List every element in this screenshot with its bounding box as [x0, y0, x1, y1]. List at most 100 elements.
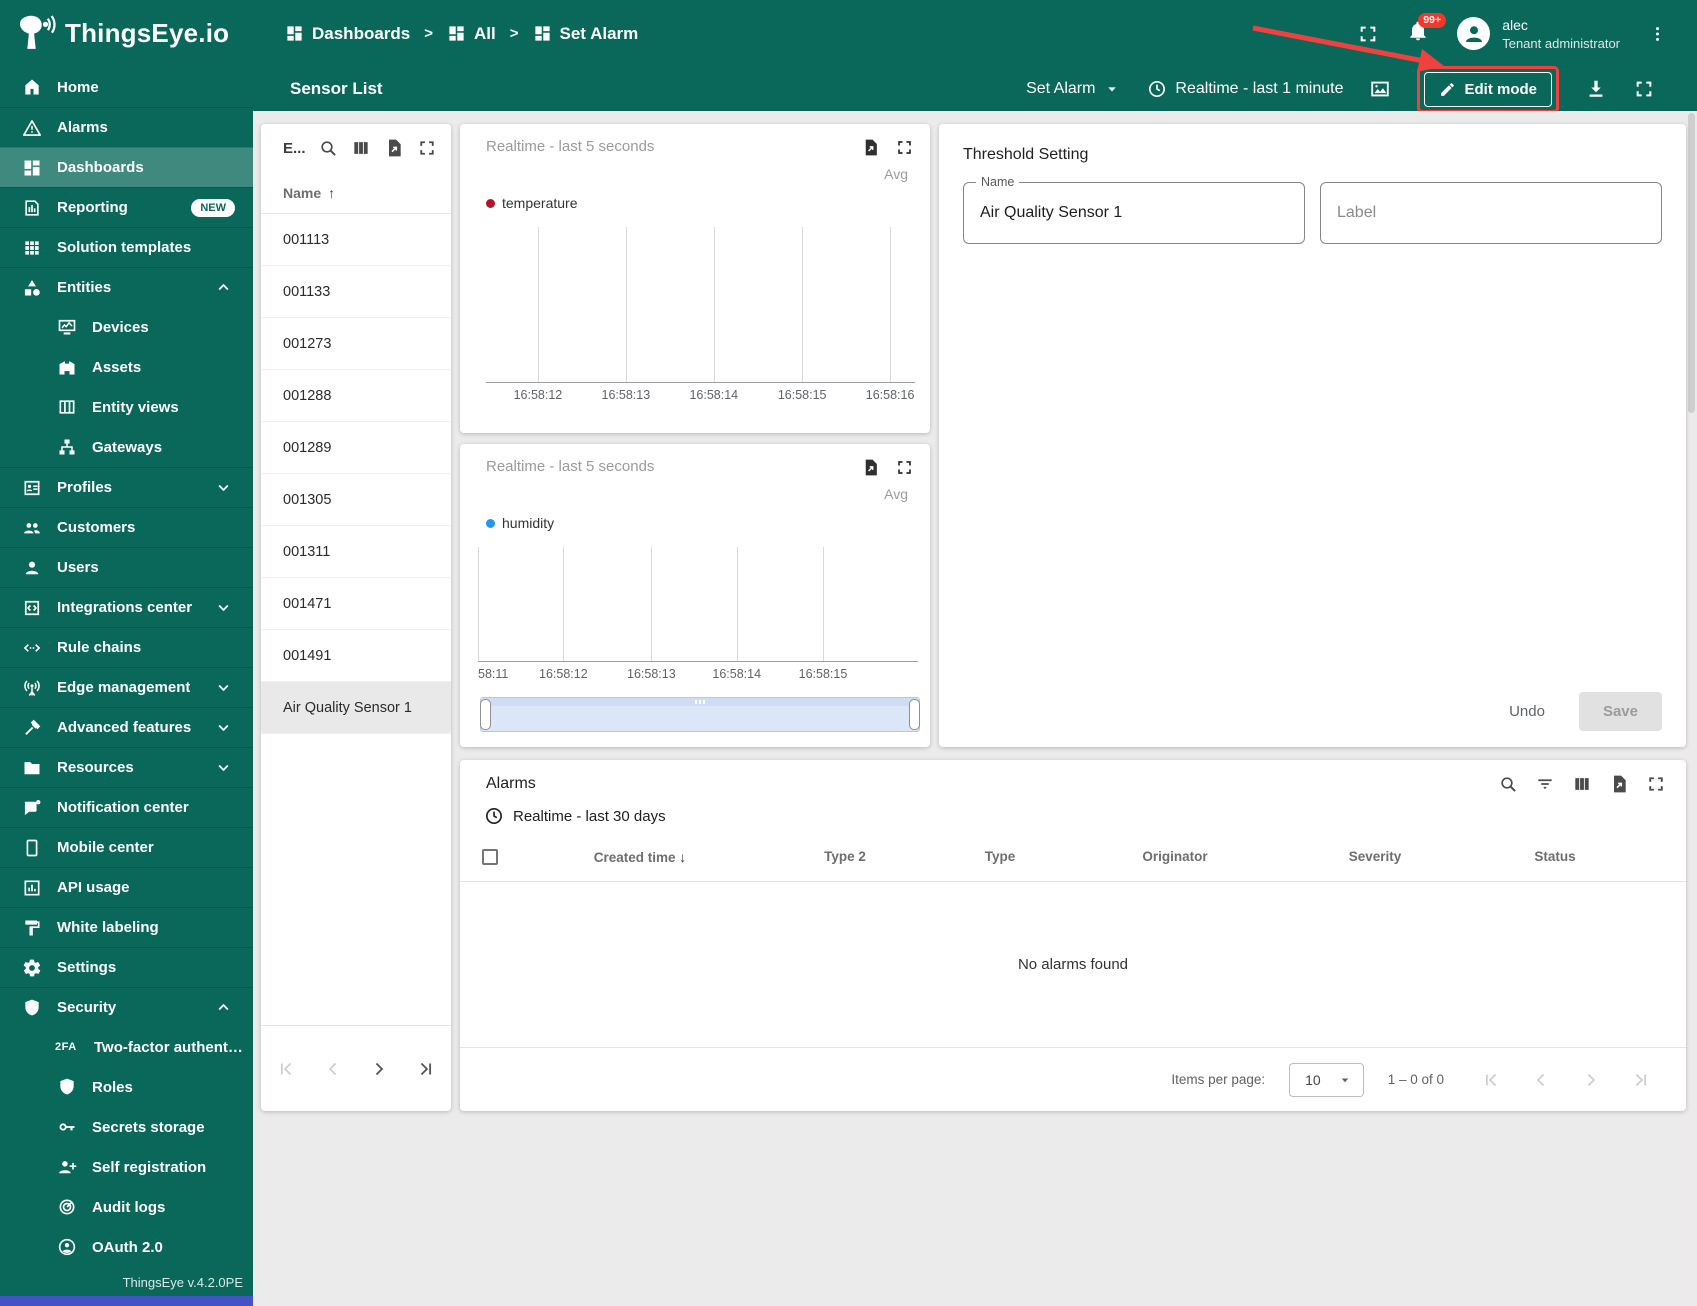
- column-created-time[interactable]: Created time ↓: [520, 849, 760, 865]
- aggregation-label[interactable]: Avg: [460, 166, 930, 182]
- entity-row[interactable]: 001305: [261, 474, 451, 526]
- entity-row[interactable]: 001273: [261, 318, 451, 370]
- sidebar-item-notification-center[interactable]: Notification center: [0, 787, 253, 827]
- sidebar-item-entities[interactable]: Entities: [0, 267, 253, 307]
- dashboard-state-selector[interactable]: Set Alarm: [1026, 80, 1121, 98]
- fullscreen-icon[interactable]: [895, 458, 914, 477]
- sidebar-item-advanced-features[interactable]: Advanced features: [0, 707, 253, 747]
- sidebar-item-self-registration[interactable]: Self registration: [0, 1147, 253, 1187]
- sidebar-item-reporting[interactable]: Reporting NEW: [0, 187, 253, 227]
- last-page-icon[interactable]: [415, 1058, 437, 1080]
- save-button[interactable]: Save: [1578, 692, 1662, 731]
- export-icon[interactable]: [1609, 774, 1629, 794]
- previous-page-icon[interactable]: [1530, 1069, 1552, 1091]
- sidebar-item-home[interactable]: Home: [0, 67, 253, 107]
- scrollbar[interactable]: [1686, 111, 1697, 1306]
- items-per-page-select[interactable]: 10: [1289, 1062, 1364, 1097]
- sidebar-item-security[interactable]: Security: [0, 987, 253, 1027]
- column-type-2[interactable]: Type 2: [760, 849, 930, 864]
- image-export-icon[interactable]: [1369, 78, 1391, 100]
- sidebar-item-users[interactable]: Users: [0, 547, 253, 587]
- aggregation-label[interactable]: Avg: [460, 486, 930, 502]
- column-status[interactable]: Status: [1470, 849, 1640, 864]
- sidebar-item-settings[interactable]: Settings: [0, 947, 253, 987]
- last-page-icon[interactable]: [1630, 1069, 1652, 1091]
- slider-handle-left[interactable]: [480, 699, 491, 730]
- sidebar-item-devices[interactable]: Devices: [0, 307, 253, 347]
- legend-humidity[interactable]: humidity: [460, 515, 930, 531]
- sidebar-item-integrations-center[interactable]: Integrations center: [0, 587, 253, 627]
- select-all-checkbox[interactable]: [482, 848, 498, 865]
- sidebar-item-oauth[interactable]: OAuth 2.0: [0, 1227, 253, 1267]
- sidebar-item-mobile-center[interactable]: Mobile center: [0, 827, 253, 867]
- breadcrumb-dashboards[interactable]: Dashboards: [285, 24, 410, 44]
- undo-button[interactable]: Undo: [1495, 693, 1559, 730]
- sidebar-item-audit-logs[interactable]: Audit logs: [0, 1187, 253, 1227]
- next-page-icon[interactable]: [1580, 1069, 1602, 1091]
- slider-grip[interactable]: [695, 700, 705, 704]
- breadcrumb-set-alarm[interactable]: Set Alarm: [533, 24, 638, 44]
- fullscreen-icon[interactable]: [417, 138, 437, 158]
- sidebar-item-profiles[interactable]: Profiles: [0, 467, 253, 507]
- time-range-slider[interactable]: [480, 697, 920, 732]
- fullscreen-icon[interactable]: [895, 138, 914, 157]
- sidebar-item-white-labeling[interactable]: White labeling: [0, 907, 253, 947]
- entity-row[interactable]: 001311: [261, 526, 451, 578]
- fullscreen-icon[interactable]: [1633, 78, 1655, 100]
- entity-row[interactable]: 001289: [261, 422, 451, 474]
- filter-icon[interactable]: [1535, 774, 1555, 794]
- user-info[interactable]: alec Tenant administrator: [1502, 17, 1620, 51]
- sidebar-item-secrets-storage[interactable]: Secrets storage: [0, 1107, 253, 1147]
- entity-row[interactable]: 001288: [261, 370, 451, 422]
- name-input[interactable]: [964, 204, 1304, 222]
- sidebar-item-dashboards[interactable]: Dashboards: [0, 147, 253, 187]
- column-originator[interactable]: Originator: [1070, 849, 1280, 864]
- export-icon[interactable]: [384, 138, 404, 158]
- search-icon[interactable]: [318, 138, 338, 158]
- sidebar-item-api-usage[interactable]: API usage: [0, 867, 253, 907]
- edit-mode-button[interactable]: Edit mode: [1424, 71, 1552, 107]
- export-icon[interactable]: [861, 458, 880, 477]
- app-logo[interactable]: ThingsEye.io: [0, 13, 253, 55]
- sidebar-item-two-factor[interactable]: 2FATwo-factor authenticati…: [0, 1027, 253, 1067]
- entity-name-column-header[interactable]: Name ↑: [261, 172, 451, 214]
- column-severity[interactable]: Severity: [1280, 849, 1470, 864]
- sidebar-item-rule-chains[interactable]: Rule chains: [0, 627, 253, 667]
- first-page-icon[interactable]: [275, 1058, 297, 1080]
- chart-timewindow[interactable]: Realtime - last 5 seconds: [486, 458, 654, 475]
- entity-row[interactable]: 001113: [261, 214, 451, 266]
- export-icon[interactable]: [861, 138, 880, 157]
- notifications-button[interactable]: 99+: [1407, 13, 1447, 47]
- chart-timewindow[interactable]: Realtime - last 5 seconds: [486, 138, 654, 155]
- entity-row[interactable]: 001133: [261, 266, 451, 318]
- label-input[interactable]: [1321, 204, 1661, 222]
- slider-handle-right[interactable]: [909, 699, 920, 730]
- entity-row-selected[interactable]: Air Quality Sensor 1: [261, 682, 451, 734]
- columns-icon[interactable]: [351, 138, 371, 158]
- first-page-icon[interactable]: [1480, 1069, 1502, 1091]
- timewindow-button[interactable]: Realtime - last 1 minute: [1147, 79, 1343, 99]
- previous-page-icon[interactable]: [322, 1058, 344, 1080]
- sidebar-item-entity-views[interactable]: Entity views: [0, 387, 253, 427]
- columns-icon[interactable]: [1572, 774, 1592, 794]
- download-icon[interactable]: [1585, 78, 1607, 100]
- sidebar-item-roles[interactable]: Roles: [0, 1067, 253, 1107]
- legend-temperature[interactable]: temperature: [460, 195, 930, 211]
- user-avatar[interactable]: [1457, 17, 1491, 50]
- next-page-icon[interactable]: [368, 1058, 390, 1080]
- sidebar-item-alarms[interactable]: Alarms: [0, 107, 253, 147]
- fullscreen-icon[interactable]: [1646, 774, 1666, 794]
- sidebar-item-assets[interactable]: Assets: [0, 347, 253, 387]
- sidebar-item-solution-templates[interactable]: Solution templates: [0, 227, 253, 267]
- search-icon[interactable]: [1498, 774, 1518, 794]
- column-type[interactable]: Type: [930, 849, 1070, 864]
- sidebar-item-edge-management[interactable]: Edge management: [0, 667, 253, 707]
- entity-row[interactable]: 001491: [261, 630, 451, 682]
- sidebar-item-customers[interactable]: Customers: [0, 507, 253, 547]
- alarms-timewindow[interactable]: Realtime - last 30 days: [460, 794, 1686, 826]
- breadcrumb-all[interactable]: All: [447, 24, 496, 44]
- sidebar-item-resources[interactable]: Resources: [0, 747, 253, 787]
- entity-row[interactable]: 001471: [261, 578, 451, 630]
- sidebar-item-gateways[interactable]: Gateways: [0, 427, 253, 467]
- kebab-menu-icon[interactable]: [1648, 23, 1667, 45]
